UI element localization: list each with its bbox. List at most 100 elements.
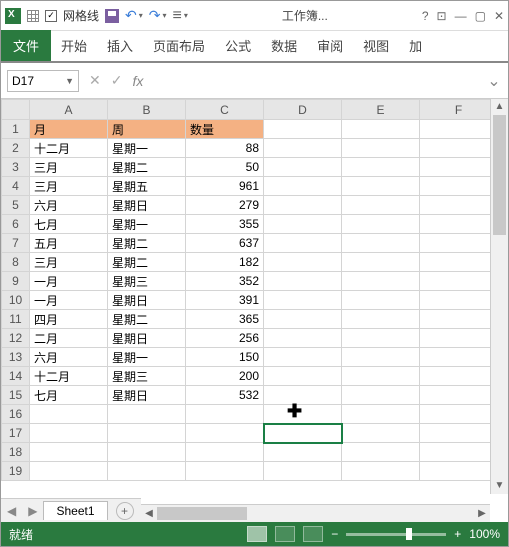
cell-B11[interactable]: 星期二 <box>108 310 186 329</box>
cell-F10[interactable] <box>420 291 498 310</box>
cell-C15[interactable]: 532 <box>186 386 264 405</box>
qat-customize[interactable]: ▾ <box>184 11 188 20</box>
cell-F3[interactable] <box>420 158 498 177</box>
cell-C1[interactable]: 数量 <box>186 120 264 139</box>
row-header-14[interactable]: 14 <box>2 367 30 386</box>
row-header-16[interactable]: 16 <box>2 405 30 424</box>
cell-D1[interactable] <box>264 120 342 139</box>
row-header-17[interactable]: 17 <box>2 424 30 443</box>
cell-E12[interactable] <box>342 329 420 348</box>
view-normal-icon[interactable] <box>247 526 267 542</box>
cell-D14[interactable] <box>264 367 342 386</box>
col-header-E[interactable]: E <box>342 100 420 120</box>
tab-4[interactable]: 数据 <box>261 30 307 61</box>
row-header-9[interactable]: 9 <box>2 272 30 291</box>
row-header-12[interactable]: 12 <box>2 329 30 348</box>
expand-formula-icon[interactable]: ⌄ <box>486 71 502 91</box>
cell-C18[interactable] <box>186 443 264 462</box>
cell-B19[interactable] <box>108 462 186 481</box>
cell-D9[interactable] <box>264 272 342 291</box>
cell-A15[interactable]: 七月 <box>30 386 108 405</box>
cell-C5[interactable]: 279 <box>186 196 264 215</box>
cell-A1[interactable]: 月 <box>30 120 108 139</box>
cell-C3[interactable]: 50 <box>186 158 264 177</box>
cell-D8[interactable] <box>264 253 342 272</box>
name-box-dropdown[interactable]: ▼ <box>65 76 74 86</box>
cell-A11[interactable]: 四月 <box>30 310 108 329</box>
cell-C11[interactable]: 365 <box>186 310 264 329</box>
zoom-in-icon[interactable]: + <box>454 527 461 541</box>
cell-B17[interactable] <box>108 424 186 443</box>
cell-B3[interactable]: 星期二 <box>108 158 186 177</box>
vscroll-thumb[interactable] <box>493 115 506 235</box>
col-header-A[interactable]: A <box>30 100 108 120</box>
cell-A8[interactable]: 三月 <box>30 253 108 272</box>
cell-A10[interactable]: 一月 <box>30 291 108 310</box>
cell-E5[interactable] <box>342 196 420 215</box>
cell-C8[interactable]: 182 <box>186 253 264 272</box>
cell-B9[interactable]: 星期三 <box>108 272 186 291</box>
row-header-11[interactable]: 11 <box>2 310 30 329</box>
tab-nav-next-icon[interactable]: ▶ <box>22 504 43 518</box>
scroll-up-icon[interactable]: ▲ <box>491 99 508 115</box>
cell-E13[interactable] <box>342 348 420 367</box>
cell-E4[interactable] <box>342 177 420 196</box>
cell-B4[interactable]: 星期五 <box>108 177 186 196</box>
cell-F2[interactable] <box>420 139 498 158</box>
vertical-scrollbar[interactable]: ▲ ▼ <box>490 99 508 494</box>
col-header-F[interactable]: F <box>420 100 498 120</box>
cell-F18[interactable] <box>420 443 498 462</box>
cell-E19[interactable] <box>342 462 420 481</box>
cell-F16[interactable] <box>420 405 498 424</box>
row-header-19[interactable]: 19 <box>2 462 30 481</box>
cell-B5[interactable]: 星期日 <box>108 196 186 215</box>
grid-icon[interactable] <box>27 10 39 22</box>
grid[interactable]: ABCDEF 1月周数量2十二月星期一883三月星期二504三月星期五9615六… <box>1 99 498 481</box>
cell-A6[interactable]: 七月 <box>30 215 108 234</box>
zoom-out-icon[interactable]: − <box>331 527 338 541</box>
help-icon[interactable]: ? <box>422 9 429 23</box>
col-header-B[interactable]: B <box>108 100 186 120</box>
ribbon-options-icon[interactable]: ⊡ <box>437 9 447 23</box>
view-pagebreak-icon[interactable] <box>303 526 323 542</box>
cell-B12[interactable]: 星期日 <box>108 329 186 348</box>
cell-A7[interactable]: 五月 <box>30 234 108 253</box>
undo-dropdown[interactable]: ▾ <box>139 11 143 20</box>
cell-E3[interactable] <box>342 158 420 177</box>
cell-D17[interactable] <box>264 424 342 443</box>
col-header-D[interactable]: D <box>264 100 342 120</box>
cell-C10[interactable]: 391 <box>186 291 264 310</box>
cell-C9[interactable]: 352 <box>186 272 264 291</box>
cell-E18[interactable] <box>342 443 420 462</box>
view-layout-icon[interactable] <box>275 526 295 542</box>
cell-F14[interactable] <box>420 367 498 386</box>
cell-E10[interactable] <box>342 291 420 310</box>
cell-F15[interactable] <box>420 386 498 405</box>
cell-A17[interactable] <box>30 424 108 443</box>
cell-F1[interactable] <box>420 120 498 139</box>
horizontal-scrollbar[interactable]: ◀ ▶ <box>141 504 490 522</box>
cell-D15[interactable] <box>264 386 342 405</box>
redo-dropdown[interactable]: ▾ <box>163 11 167 20</box>
zoom-knob[interactable] <box>406 528 412 540</box>
row-header-13[interactable]: 13 <box>2 348 30 367</box>
cell-E8[interactable] <box>342 253 420 272</box>
cell-B8[interactable]: 星期二 <box>108 253 186 272</box>
gridlines-checkbox[interactable]: ✓ <box>45 10 57 22</box>
tab-5[interactable]: 审阅 <box>307 30 353 61</box>
row-header-7[interactable]: 7 <box>2 234 30 253</box>
cell-E17[interactable] <box>342 424 420 443</box>
cell-C19[interactable] <box>186 462 264 481</box>
cell-D11[interactable] <box>264 310 342 329</box>
cell-B16[interactable] <box>108 405 186 424</box>
cell-A13[interactable]: 六月 <box>30 348 108 367</box>
cell-A18[interactable] <box>30 443 108 462</box>
row-header-6[interactable]: 6 <box>2 215 30 234</box>
maximize-icon[interactable]: ▢ <box>475 9 486 23</box>
cell-A4[interactable]: 三月 <box>30 177 108 196</box>
cell-B6[interactable]: 星期一 <box>108 215 186 234</box>
cell-D3[interactable] <box>264 158 342 177</box>
cell-E11[interactable] <box>342 310 420 329</box>
cell-A5[interactable]: 六月 <box>30 196 108 215</box>
row-header-8[interactable]: 8 <box>2 253 30 272</box>
